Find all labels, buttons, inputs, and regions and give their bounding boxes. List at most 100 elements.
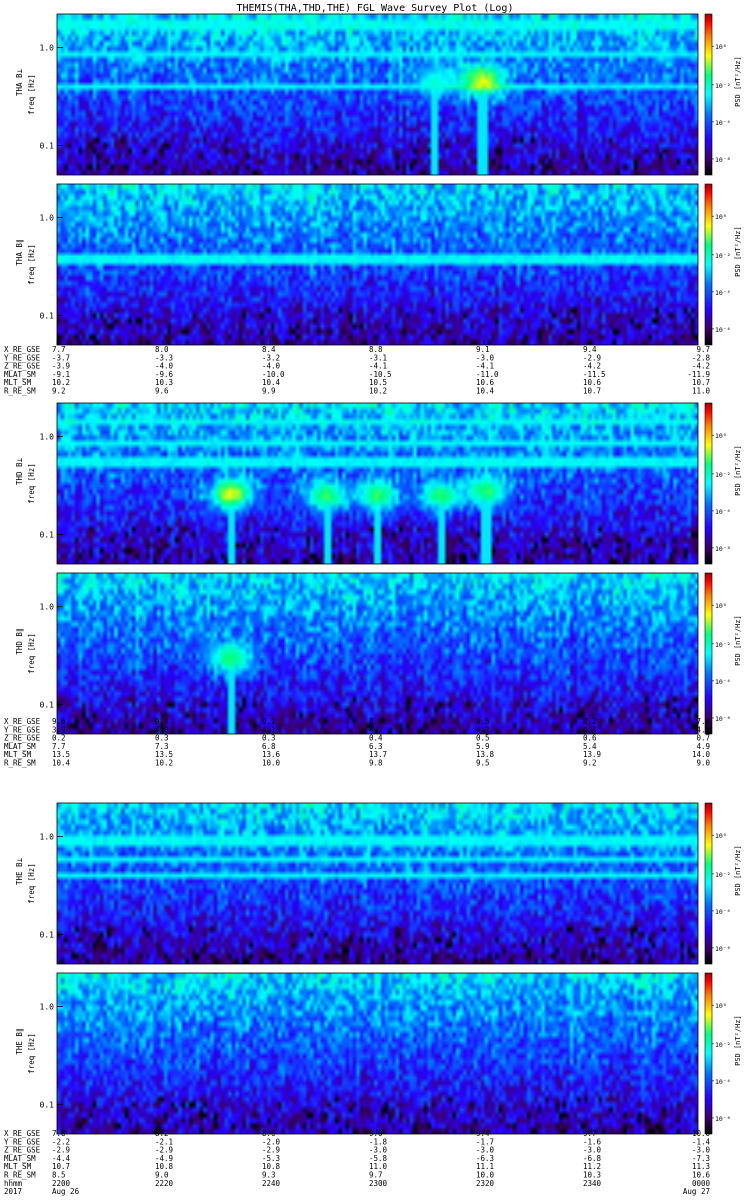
y-tick-label: 0.1 (40, 531, 55, 540)
colorbar-tick-label: 10⁰ (715, 213, 727, 221)
ephemeris-value: 9.5 (476, 759, 490, 768)
ephemeris-value: 2240 (262, 1179, 281, 1188)
spectrogram-panel: 1.0 0.1 THD B∥ freq [Hz] 10⁰ 10⁻² 10⁻⁴ 10⁻⁸ PSD … (15, 572, 742, 735)
y-tick-label: 0.1 (40, 931, 55, 940)
colorbar-tick-label: 10⁻⁴ (715, 1078, 731, 1086)
y-tick-label: 0.1 (40, 312, 55, 321)
colorbar-tick-label: 10⁻² (715, 1041, 731, 1049)
ephemeris-row-label: R_RE_SM (4, 759, 36, 768)
ephemeris-value: 10.2 (369, 387, 387, 396)
y-tick-label: 1.0 (40, 603, 55, 612)
panel-ylabel: THD B∥ (15, 628, 24, 654)
ephemeris-value: 9.2 (583, 759, 597, 768)
panel-ylabel: THE B∥ (15, 1028, 24, 1054)
colorbar-tick-label: 10⁻⁸ (715, 156, 731, 164)
colorbar-tick-label: 10⁰ (715, 432, 727, 440)
colorbar (704, 972, 713, 1135)
spectrogram-image (57, 803, 698, 964)
panel-ylabel-freq: freq [Hz] (27, 74, 36, 115)
spectrogram-panel: 1.0 0.1 THA B∥ freq [Hz] 10⁰ 10⁻² 10⁻⁴ 10⁻⁶ PSD … (15, 183, 742, 346)
panel-ylabel-freq: freq [Hz] (27, 633, 36, 674)
ephemeris-value: 11.0 (692, 387, 711, 396)
colorbar (704, 402, 713, 565)
spectrogram-image (57, 403, 698, 564)
spectrogram-image (57, 973, 698, 1134)
year-label: 2017 (4, 1187, 22, 1196)
colorbar-tick-label: 10⁻⁴ (715, 908, 731, 916)
colorbar-label: PSD [nT²/Hz] (734, 1015, 742, 1066)
colorbar-tick-label: 10⁻⁴ (715, 119, 731, 127)
panel-ylabel-freq: freq [Hz] (27, 863, 36, 904)
ephemeris-row-label: R_RE_SM (4, 387, 36, 396)
ephemeris-value: 9.9 (262, 387, 276, 396)
colorbar-tick-label: 10⁻² (715, 471, 731, 479)
ephemeris-value: 9.6 (155, 387, 169, 396)
ephemeris-value: 9.8 (369, 759, 383, 768)
colorbar-tick-label: 10⁻⁴ (715, 289, 731, 297)
figure-title: THEMIS(THA,THD,THE) FGL Wave Survey Plot… (237, 3, 514, 14)
spectrogram-panel: 1.0 0.1 THD B⊥ freq [Hz] 10⁰ 10⁻² 10⁻⁴ 10⁻⁸ PSD … (15, 402, 742, 565)
ephemeris-value: 10.4 (52, 759, 71, 768)
colorbar (704, 572, 713, 735)
colorbar-tick-label: 10⁻⁴ (715, 508, 731, 516)
colorbar-label: PSD [nT²/Hz] (734, 615, 742, 666)
ephemeris-value: 10.2 (155, 759, 173, 768)
ephemeris-value: 2320 (476, 1179, 495, 1188)
colorbar-tick-label: 10⁻⁸ (715, 715, 731, 723)
y-tick-label: 0.1 (40, 1101, 55, 1110)
colorbar (704, 13, 713, 176)
colorbar-tick-label: 10⁻² (715, 871, 731, 879)
y-tick-label: 0.1 (40, 701, 55, 710)
colorbar-tick-label: 10⁻⁴ (715, 678, 731, 686)
ephemeris-value: 10.7 (583, 387, 601, 396)
colorbar (704, 183, 713, 346)
spectrogram-panel: 1.0 0.1 THE B⊥ freq [Hz] 10⁰ 10⁻² 10⁻⁴ 10⁻⁶ PSD … (15, 802, 742, 965)
ephemeris-block: X_RE_GSE 7.7 8.0 8.4 8.8 9.1 9.4 9.7Y_RE_GSE -3.… (4, 345, 710, 396)
panel-ylabel: THD B⊥ (15, 457, 24, 485)
colorbar (704, 802, 713, 965)
ephemeris-value: 2300 (369, 1179, 388, 1188)
colorbar-tick-label: 10⁻⁶ (715, 326, 731, 334)
y-tick-label: 0.1 (40, 142, 55, 151)
ephemeris-value: 10.0 (262, 759, 281, 768)
y-tick-label: 1.0 (40, 433, 55, 442)
colorbar-tick-label: 10⁻⁶ (715, 945, 731, 953)
colorbar-label: PSD [nT²/Hz] (734, 226, 742, 277)
colorbar-tick-label: 10⁰ (715, 1002, 727, 1010)
ephemeris-block: X_RE_GSE 7.8 8.2 8.6 9.0 9.4 9.7 10.0Y_RE_GSE -2… (4, 1129, 710, 1188)
spectrogram-panel: 1.0 0.1 THA B⊥ freq [Hz] 10⁰ 10⁻² 10⁻⁴ 10⁻⁸ PSD … (15, 13, 742, 176)
colorbar-tick-label: 10⁰ (715, 602, 727, 610)
ephemeris-value: 9.0 (696, 759, 710, 768)
spectrogram-figure: THEMIS(THA,THD,THE) FGL Wave Survey Plot… (4, 3, 742, 1196)
colorbar-tick-label: 10⁻⁸ (715, 545, 731, 553)
colorbar-tick-label: 10⁻² (715, 252, 731, 260)
colorbar-tick-label: 10⁻² (715, 641, 731, 649)
end-date-label: Aug 27 (683, 1187, 710, 1196)
y-tick-label: 1.0 (40, 833, 55, 842)
y-tick-label: 1.0 (40, 44, 55, 53)
start-date-label: Aug 26 (52, 1187, 80, 1196)
panel-ylabel-freq: freq [Hz] (27, 463, 36, 504)
y-tick-label: 1.0 (40, 214, 55, 223)
ephemeris-value: 2220 (155, 1179, 174, 1188)
panel-ylabel-freq: freq [Hz] (27, 244, 36, 285)
spectrogram-image (57, 14, 698, 175)
colorbar-tick-label: 10⁻² (715, 82, 731, 90)
spectrogram-panel: 1.0 0.1 THE B∥ freq [Hz] 10⁰ 10⁻² 10⁻⁴ 10⁻⁸ PSD … (15, 972, 742, 1135)
colorbar-tick-label: 10⁰ (715, 832, 727, 840)
colorbar-label: PSD [nT²/Hz] (734, 845, 742, 896)
colorbar-tick-label: 10⁻⁸ (715, 1115, 731, 1123)
ephemeris-value: 2340 (583, 1179, 602, 1188)
spectrogram-image (57, 184, 698, 345)
panel-ylabel: THA B∥ (15, 239, 24, 265)
panels-layer: 1.00.1THA B⊥ freq [Hz]10⁰10⁻²10⁻⁴10⁻⁸PSD … (15, 13, 742, 1135)
ephemeris-value: 9.2 (52, 387, 66, 396)
colorbar-tick-label: 10⁰ (715, 43, 727, 51)
colorbar-label: PSD [nT²/Hz] (734, 445, 742, 496)
panel-ylabel-freq: freq [Hz] (27, 1033, 36, 1074)
ephemeris-value: 10.4 (476, 387, 495, 396)
panel-ylabel: THE B⊥ (15, 857, 24, 885)
panel-ylabel: THA B⊥ (15, 68, 24, 96)
spectrogram-image (57, 573, 698, 734)
y-tick-label: 1.0 (40, 1003, 55, 1012)
